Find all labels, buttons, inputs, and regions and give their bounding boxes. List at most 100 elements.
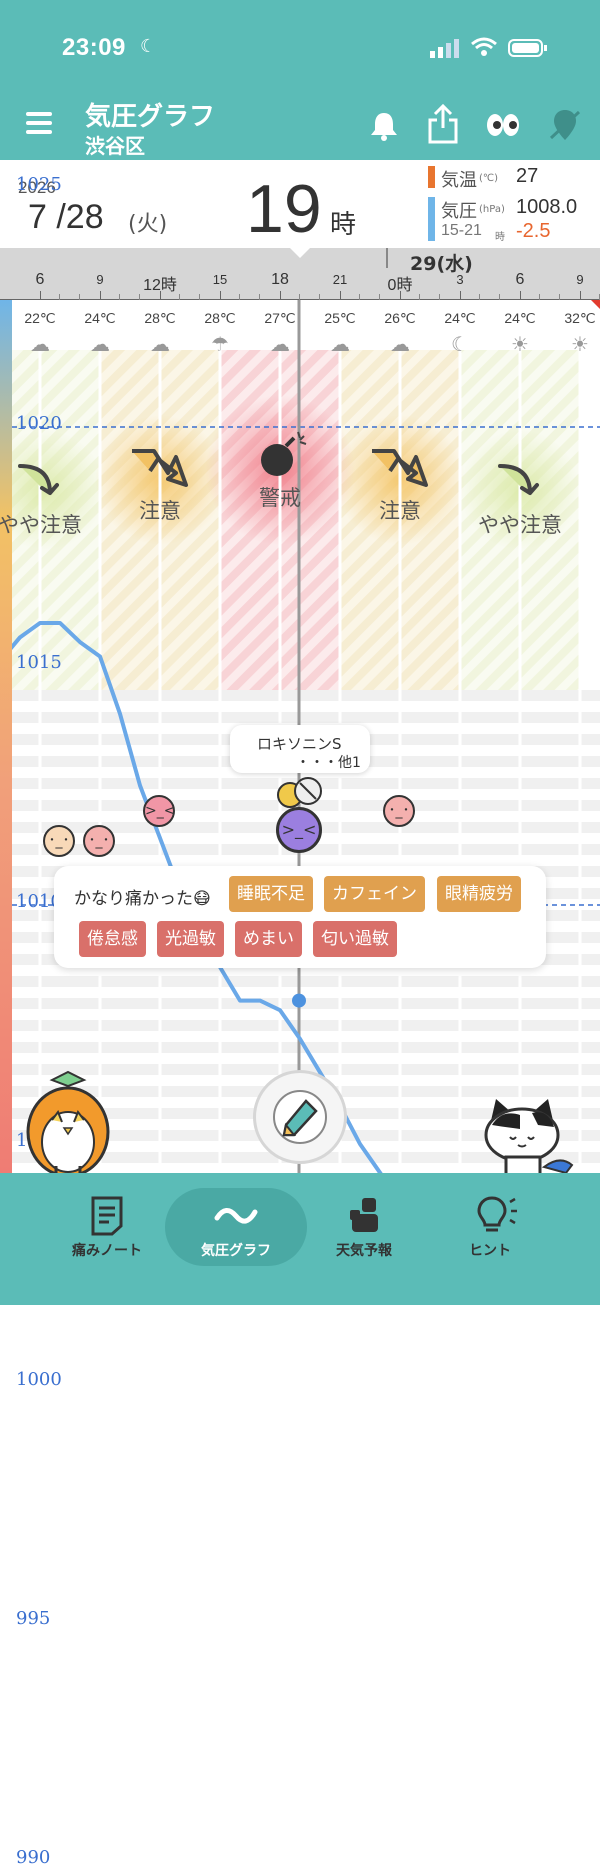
cloud-icon: ☁ [330,332,350,356]
pain-face-severe[interactable]: >_< [276,807,322,853]
down-arrow-icon [15,458,65,512]
pencil-icon [272,1089,328,1149]
hour-label: 19 [246,171,322,247]
pressure-axis-label: 995 [16,1608,51,1629]
wave-icon[interactable] [214,1204,258,1232]
pressure-axis-label: 990 [16,1847,51,1868]
wifi-icon [470,36,498,62]
weekday-label: (火) [128,212,168,237]
date-label: 7 /28 [28,198,104,236]
range-label: 15-21 [441,222,482,239]
tooltip-line2: ・・・他1 [296,755,361,771]
pressure-axis-label: 1020 [16,413,62,434]
hourly-temp: 32℃ [564,310,596,326]
lightbulb-icon[interactable] [474,1194,518,1240]
caution-arrow-icon [128,443,192,499]
pressure-axis-label: 1015 [16,652,62,673]
ruler-tick-label: 12時 [143,277,177,294]
ruler-tick-label: 6 [35,271,45,288]
hourly-temp: 28℃ [204,310,236,326]
note-icon[interactable] [90,1196,124,1240]
symptom-tag: 倦怠感 [79,921,146,957]
weather-icon[interactable] [348,1196,384,1240]
ruler-tick [340,291,341,300]
signal-icon [430,38,460,62]
zone-label-caution-1: 注意 [139,499,181,523]
nav-label-pressure[interactable]: 気圧グラフ [201,1240,271,1260]
pressure-level-strip [0,300,12,1175]
pressure-axis-label: 1000 [16,1369,62,1390]
zone-label-mild-1: やや注意 [0,513,82,537]
ruler-tick [460,291,461,300]
symptom-tag: 睡眠不足 [229,876,313,912]
pressure-legend-swatch [428,197,435,241]
severity-label: かなり痛かった😷 [74,889,211,909]
ruler-tick-label: 9 [96,272,104,287]
temp-label: 気温 [441,170,477,191]
hourly-temp: 24℃ [84,310,116,326]
hourly-temp: 25℃ [324,310,356,326]
pressure-label: 気圧 [441,201,477,222]
down-arrow-icon [495,458,545,512]
pressure-axis-label: 1025 [16,174,62,195]
bell-icon[interactable] [369,110,399,146]
zone-label-mild-2: やや注意 [478,513,562,537]
pain-face-moderate[interactable]: ･_･ [383,795,415,827]
share-icon[interactable] [427,103,459,148]
hourly-temp: 28℃ [144,310,176,326]
cloud-icon: ☁ [270,332,290,356]
temp-legend-swatch [428,166,435,188]
moon-status-icon: ☾ [140,36,157,57]
sun-icon: ☀ [511,332,529,356]
pressure-unit: (hPa) [479,204,505,215]
bomb-icon [256,428,316,482]
hourly-temp: 24℃ [504,310,536,326]
add-record-button[interactable] [253,1070,347,1164]
location-pin-icon[interactable] [548,108,582,146]
zone-label-caution-2: 注意 [379,499,421,523]
pain-face-moderate[interactable]: ･_･ [83,825,115,857]
ruler-tick [100,291,101,300]
pressure-value: 1008.0 [516,196,578,218]
owl-mascot[interactable] [22,1070,114,1184]
ruler-tick [520,291,521,300]
menu-icon[interactable] [26,112,56,138]
hourly-temp: 24℃ [444,310,476,326]
cat-mascot[interactable] [482,1095,578,1185]
nav-label-hints[interactable]: ヒント [469,1240,511,1260]
eyes-icon[interactable] [486,112,520,142]
cloud-icon: ☁ [150,332,170,356]
current-pressure-point [292,993,306,1008]
caution-arrow-icon [368,443,432,499]
moon-icon: ☾ [451,332,469,356]
nav-label-notes[interactable]: 痛みノート [72,1240,142,1260]
symptom-tag: カフェイン [324,876,425,912]
ruler-tick [40,291,41,300]
tooltip-line1: ロキソニンS [257,735,342,753]
pain-face-mild[interactable]: ･_･ [43,825,75,857]
ruler-tick [280,291,281,300]
hour-unit: 時 [330,210,357,240]
pain-face-strong[interactable]: >_< [143,795,175,827]
ruler-tick-label: 6 [515,271,525,288]
symptom-tag: 光過敏 [157,921,224,957]
day-divider [386,248,388,268]
ruler-tick [580,291,581,300]
ruler-tick-label: 21 [332,272,348,287]
range-unit: 時 [495,232,505,243]
hourly-temp: 26℃ [384,310,416,326]
ruler-tick [220,291,221,300]
ruler-tick-label: 15 [212,272,228,287]
battery-icon [508,38,548,62]
cloud-icon: ☁ [30,332,50,356]
location-label: 渋谷区 [85,134,145,158]
hourly-temp: 22℃ [24,310,56,326]
hourly-temp: 27℃ [264,310,296,326]
ruler-tick-label: 18 [271,271,289,288]
page-title: 気圧グラフ [85,102,216,132]
ruler-pointer [290,248,310,258]
ruler-tick-label: 0時 [387,277,413,294]
ruler-tick-label: 3 [456,272,464,287]
nav-label-weather[interactable]: 天気予報 [336,1240,392,1260]
sun-icon: ☀ [571,332,589,356]
